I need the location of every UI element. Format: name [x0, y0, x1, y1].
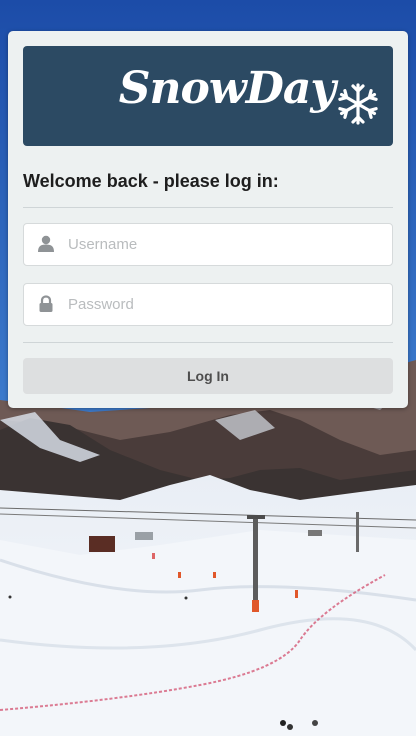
snowflake-icon	[338, 83, 378, 125]
login-card: SnowDay Welcome back - please log in: Us…	[8, 31, 408, 408]
username-input[interactable]	[68, 224, 378, 265]
brand-logo: SnowDay	[23, 46, 393, 146]
user-icon	[38, 235, 54, 252]
password-field[interactable]	[23, 283, 393, 326]
form-divider	[23, 342, 393, 343]
lock-icon	[39, 295, 53, 312]
login-button[interactable]: Log In	[23, 358, 393, 394]
username-field[interactable]	[23, 223, 393, 266]
brand-name: SnowDay	[118, 63, 336, 114]
password-input[interactable]	[68, 284, 378, 325]
login-heading: Welcome back - please log in:	[23, 171, 279, 191]
heading-divider	[23, 207, 393, 208]
